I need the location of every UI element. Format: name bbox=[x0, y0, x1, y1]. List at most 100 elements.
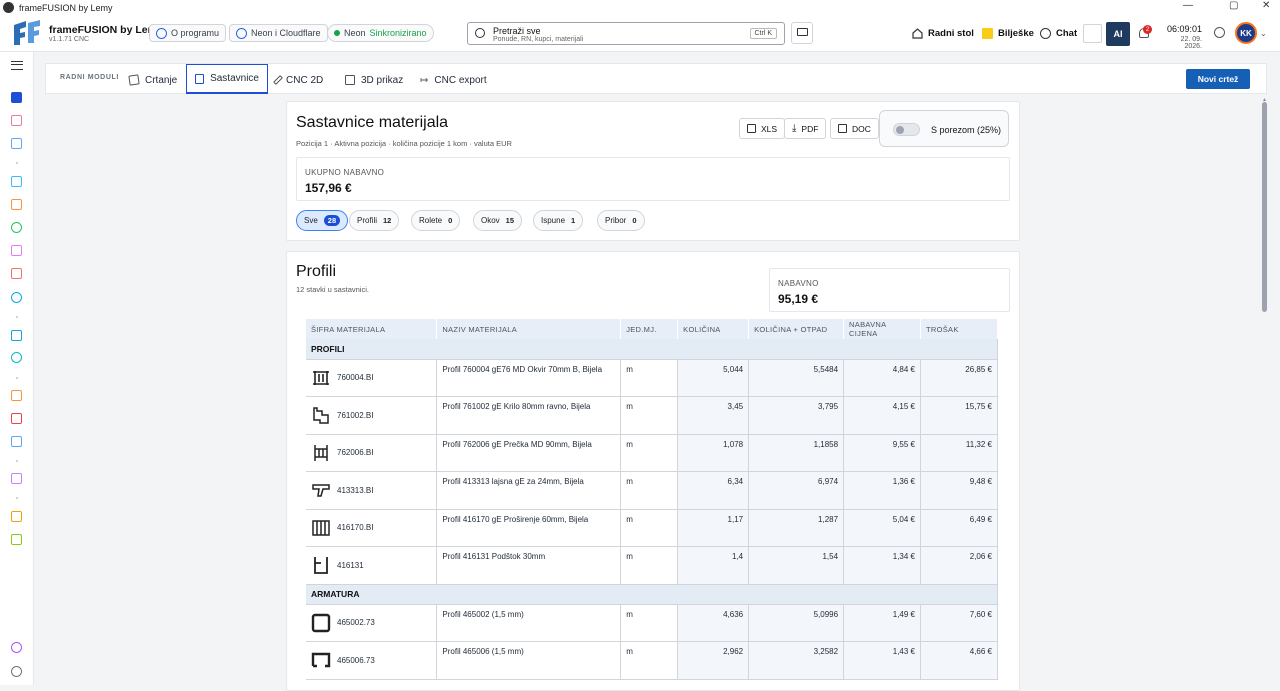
neon-cloudflare-button[interactable]: Neon i Cloudflare bbox=[229, 24, 328, 42]
tab-cnc-2d[interactable]: CNC 2D bbox=[268, 68, 331, 92]
cost-cell: 9,48 € bbox=[920, 471, 998, 510]
sidebar-item-plugins[interactable] bbox=[11, 642, 22, 653]
close-icon[interactable]: ✕ bbox=[1262, 0, 1270, 11]
table-row[interactable]: 416131 Profil 416131 Podštok 30mm m 1,4 1,54… bbox=[306, 546, 998, 585]
new-drawing-button[interactable]: Novi crtež bbox=[1186, 69, 1250, 89]
price-cell: 5,04 € bbox=[843, 509, 921, 547]
column-header[interactable]: KOLIČINA bbox=[677, 319, 750, 339]
filter-chip-sve[interactable]: Sve 28 bbox=[296, 210, 349, 231]
profile-section-icon bbox=[314, 444, 328, 461]
material-name: Profil 762006 gE Prečka MD 90mm, Bijela bbox=[436, 434, 622, 472]
notes-button[interactable]: Bilješke bbox=[982, 28, 1034, 39]
table-row[interactable]: 413313.BI Profil 413313 lajsna gE za 24mm… bbox=[306, 471, 998, 510]
tab-cnc-2d-label: CNC 2D bbox=[286, 74, 324, 86]
code-cell: 413313.BI bbox=[306, 471, 438, 510]
spreadsheet-icon bbox=[747, 124, 756, 133]
filter-chip-count: 12 bbox=[383, 216, 392, 225]
qty-waste-cell: 5,5484 bbox=[748, 359, 845, 397]
sidebar-item-customers[interactable] bbox=[11, 352, 22, 363]
tab-crtanje[interactable]: Crtanje bbox=[121, 68, 185, 92]
sidebar-item-stock[interactable] bbox=[11, 511, 22, 522]
sidebar-item-mail[interactable] bbox=[11, 330, 22, 341]
export-pdf-button[interactable]: ⤓ PDF bbox=[784, 118, 827, 139]
clock-date: 22. 09. 2026. bbox=[1180, 36, 1202, 50]
column-header[interactable]: ŠIFRA MATERIJALA bbox=[306, 319, 438, 339]
global-search[interactable]: Pretraži sve Ponude, RN, kupci, materija… bbox=[467, 22, 785, 45]
avatar[interactable]: KK bbox=[1235, 22, 1257, 44]
column-header[interactable]: NABAVNA CIJENA bbox=[843, 319, 921, 339]
price-cell: 1,43 € bbox=[843, 641, 921, 680]
sidebar bbox=[0, 52, 34, 685]
about-button[interactable]: O programu bbox=[149, 24, 227, 42]
theme-toggle-icon[interactable] bbox=[1214, 27, 1225, 38]
pencil-icon bbox=[128, 74, 140, 86]
tab-sastavnice[interactable]: Sastavnice bbox=[186, 64, 268, 94]
chat-button[interactable]: Chat bbox=[1040, 28, 1077, 39]
qty-cell: 6,34 bbox=[677, 471, 750, 510]
windows-button[interactable] bbox=[1083, 24, 1102, 43]
section-subtitle: 12 stavki u sastavnici. bbox=[296, 285, 369, 294]
qty-waste-cell: 1,1858 bbox=[748, 434, 845, 472]
tab-cnc-export[interactable]: ↦ CNC export bbox=[412, 68, 495, 92]
table-row[interactable]: 760004.BI Profil 760004 gE76 MD Okvir 70m… bbox=[306, 359, 998, 397]
sidebar-item-adjust[interactable] bbox=[11, 436, 22, 447]
sidebar-item-reports[interactable] bbox=[11, 268, 22, 279]
table-row[interactable]: 465002.73 Profil 465002 (1,5 mm) m 4,636 5,0… bbox=[306, 604, 998, 642]
window-titlebar: frameFUSION by Lemy — ▢ ✕ bbox=[0, 0, 1280, 15]
code-cell: 416170.BI bbox=[306, 509, 438, 547]
profile-section-icon bbox=[311, 653, 331, 668]
table-row[interactable]: 761002.BI Profil 761002 gE Krilo 80mm rav… bbox=[306, 396, 998, 435]
tab-3d-prikaz[interactable]: 3D prikaz bbox=[337, 68, 411, 92]
sidebar-item-catalog[interactable] bbox=[11, 473, 22, 484]
sidebar-item-invoices[interactable] bbox=[11, 245, 22, 256]
filter-chip-rolete[interactable]: Rolete 0 bbox=[411, 210, 461, 231]
sidebar-divider bbox=[16, 460, 18, 462]
app-icon bbox=[3, 2, 14, 13]
menu-icon[interactable] bbox=[11, 61, 23, 70]
display-button[interactable] bbox=[791, 22, 813, 44]
scrollbar-thumb[interactable] bbox=[1262, 102, 1267, 312]
filter-chip-pribor[interactable]: Pribor 0 bbox=[597, 210, 645, 231]
material-name: Profil 416170 gE Proširenje 60mm, Bijela bbox=[436, 509, 622, 547]
profile-section-icon bbox=[313, 407, 329, 424]
table-group-row: ARMATURA bbox=[306, 584, 998, 605]
material-code: 416131 bbox=[337, 560, 364, 570]
section-title: Profili bbox=[296, 263, 337, 280]
filter-chip-profili[interactable]: Profili 12 bbox=[349, 210, 400, 231]
minimize-icon[interactable]: — bbox=[1183, 0, 1193, 11]
sidebar-item-time[interactable] bbox=[11, 222, 22, 233]
page-scrollbar[interactable]: ▲ bbox=[1261, 97, 1269, 685]
export-xls-button[interactable]: XLS bbox=[739, 118, 786, 139]
sidebar-item-materials[interactable] bbox=[11, 390, 22, 401]
sidebar-item-offers[interactable] bbox=[11, 115, 22, 126]
sidebar-item-packages[interactable] bbox=[11, 176, 22, 187]
search-icon bbox=[475, 28, 485, 38]
export-doc-button[interactable]: DOC bbox=[830, 118, 879, 139]
sidebar-item-calendar[interactable] bbox=[11, 199, 22, 210]
qty-cell: 1,078 bbox=[677, 434, 750, 472]
table-row[interactable]: 762006.BI Profil 762006 gE Prečka MD 90mm… bbox=[306, 434, 998, 472]
table-row[interactable]: 465006.73 Profil 465006 (1,5 mm) m 2,962 3,2… bbox=[306, 641, 998, 680]
sidebar-item-tools[interactable] bbox=[11, 413, 22, 424]
filter-chip-ispune[interactable]: Ispune 1 bbox=[533, 210, 584, 231]
ai-button[interactable]: AI bbox=[1106, 22, 1130, 46]
tax-toggle[interactable] bbox=[893, 123, 920, 136]
sidebar-item-cart[interactable] bbox=[11, 534, 22, 545]
table-row[interactable]: 416170.BI Profil 416170 gE Proširenje 60m… bbox=[306, 509, 998, 547]
material-name: Profil 413313 lajsna gE za 24mm, Bijela bbox=[436, 471, 622, 510]
column-header[interactable]: JED.MJ. bbox=[620, 319, 679, 339]
gear-icon[interactable] bbox=[11, 666, 22, 677]
neon-status-badge[interactable]: Neon Sinkronizirano bbox=[327, 24, 434, 42]
sidebar-item-documents[interactable] bbox=[11, 138, 22, 149]
desktop-button[interactable]: Radni stol bbox=[912, 28, 974, 39]
chevron-down-icon[interactable]: ⌄ bbox=[1260, 29, 1267, 38]
maximize-icon[interactable]: ▢ bbox=[1229, 0, 1238, 11]
neon-cloudflare-label: Neon i Cloudflare bbox=[251, 28, 321, 38]
column-header[interactable]: NAZIV MATERIJALA bbox=[436, 319, 622, 339]
column-header[interactable]: TROŠAK bbox=[920, 319, 998, 339]
filter-chip-okov[interactable]: Okov 15 bbox=[473, 210, 523, 231]
sidebar-item-settings-global[interactable] bbox=[11, 292, 22, 303]
column-header[interactable]: KOLIČINA + OTPAD bbox=[748, 319, 845, 339]
sidebar-item-drawing[interactable] bbox=[11, 92, 22, 103]
home-icon bbox=[912, 28, 923, 39]
